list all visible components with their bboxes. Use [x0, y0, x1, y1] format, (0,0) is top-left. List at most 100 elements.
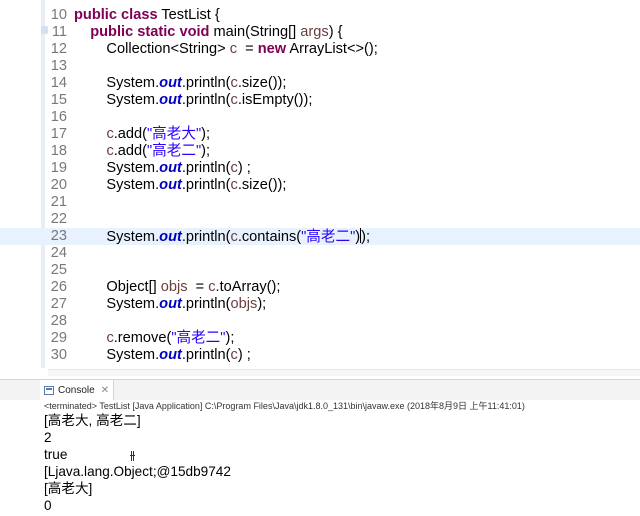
code-line[interactable]: 21 — [0, 194, 640, 211]
code-text: System.out.println(c) ; — [74, 347, 250, 364]
code-token: ) ; — [237, 160, 251, 176]
console-status: <terminated> TestList [Java Application]… — [44, 401, 525, 411]
text-cursor-icon — [130, 451, 135, 461]
code-token: System. — [74, 296, 160, 312]
code-token: out — [159, 160, 182, 176]
code-token: ArrayList<>(); — [286, 41, 378, 57]
code-token: .println( — [181, 229, 231, 245]
code-line[interactable]: 28 — [0, 313, 640, 330]
code-token: = — [187, 279, 209, 295]
code-token: System. — [74, 92, 160, 108]
code-line[interactable]: 26 Object[] objs = c.toArray(); — [0, 279, 640, 296]
line-number: 11 — [51, 24, 67, 40]
code-line[interactable]: 30 System.out.println(c) ; — [0, 347, 640, 364]
code-token: .println( — [181, 75, 231, 91]
console-output[interactable]: [高老大, 高老二] 2 true [Ljava.lang.Object;@15db9… — [44, 412, 231, 514]
line-number: 12 — [50, 41, 67, 57]
code-line[interactable]: 15 System.out.println(c.isEmpty()); — [0, 92, 640, 109]
code-token: c — [208, 279, 216, 295]
code-line[interactable]: 20 System.out.println(c.size()); — [0, 177, 640, 194]
code-line[interactable]: 27 System.out.println(objs); — [0, 296, 640, 313]
code-line[interactable]: 14 System.out.println(c.size()); — [0, 75, 640, 92]
code-line[interactable]: 23 System.out.println(c.contains("高老二"))… — [0, 228, 640, 245]
code-line[interactable]: 12 Collection<String> c = new ArrayList<… — [0, 41, 640, 58]
line-number: 29 — [50, 330, 67, 346]
code-token: c — [230, 229, 238, 245]
line-number: 21 — [50, 194, 67, 210]
code-line[interactable]: 13 — [0, 58, 640, 75]
code-token: "高老大" — [147, 126, 202, 142]
code-line[interactable]: 16 — [0, 109, 640, 126]
console-output-line: 0 — [44, 498, 52, 513]
code-token: .isEmpty()); — [237, 92, 313, 108]
code-line[interactable]: 19 System.out.println(c) ; — [0, 160, 640, 177]
code-line[interactable]: 17 c.add("高老大"); — [0, 126, 640, 143]
console-output-line: true — [44, 447, 68, 462]
console-tab-label: Console — [58, 384, 95, 396]
code-token: c — [229, 41, 238, 57]
code-token: ); — [225, 330, 235, 346]
code-token: .println( — [181, 92, 231, 108]
line-number: 18 — [50, 143, 67, 159]
code-token: "高老二" — [147, 143, 202, 159]
line-number: 20 — [50, 177, 67, 193]
code-token: c — [106, 143, 114, 159]
code-token: .println( — [181, 296, 231, 312]
close-icon[interactable]: ✕ — [101, 385, 109, 396]
code-token: out — [159, 92, 182, 108]
code-token: ) { — [328, 24, 343, 40]
code-token: out — [159, 75, 182, 91]
code-token: .contains( — [237, 229, 302, 245]
line-number: 25 — [50, 262, 67, 278]
line-number: 15 — [50, 92, 67, 108]
line-number: 10 — [50, 7, 67, 23]
code-text: System.out.println(c.contains("高老二")); — [74, 228, 370, 246]
console-output-line: [Ljava.lang.Object;@15db9742 — [44, 464, 231, 479]
console-tab-bar: Console ✕ — [0, 379, 640, 400]
code-token: "高老二" — [301, 229, 356, 245]
code-token: System. — [74, 75, 160, 91]
code-line[interactable]: 25 — [0, 262, 640, 279]
code-line[interactable]: 18 c.add("高老二"); — [0, 143, 640, 160]
code-text: c.add("高老二"); — [74, 143, 210, 160]
code-token: .println( — [181, 347, 231, 363]
line-number: 27 — [50, 296, 67, 312]
console-icon — [44, 385, 54, 395]
code-token: out — [159, 347, 182, 363]
code-token: .size()); — [237, 177, 287, 193]
code-line[interactable]: 29 c.remove("高老二"); — [0, 330, 640, 347]
code-text: Collection<String> c = new ArrayList<>()… — [74, 41, 378, 58]
code-token: main(String[] — [209, 24, 301, 40]
tab-console[interactable]: Console ✕ — [40, 380, 115, 400]
code-token: public — [90, 24, 134, 40]
code-token: ); — [201, 143, 211, 159]
code-token: out — [159, 229, 182, 245]
code-token: "高老二" — [171, 330, 226, 346]
line-number: 14 — [50, 75, 67, 91]
code-token: args — [300, 24, 329, 40]
console-view: Console ✕ <terminated> TestList [Java Ap… — [0, 376, 640, 516]
code-line[interactable]: 10 public class TestList { — [0, 7, 640, 24]
code-text: Object[] objs = c.toArray(); — [74, 279, 280, 296]
console-output-line: [高老大, 高老二] — [44, 413, 141, 428]
code-token: out — [159, 296, 182, 312]
console-output-line: 2 — [44, 430, 52, 445]
line-number: 24 — [50, 245, 67, 261]
code-token: System. — [74, 229, 160, 245]
code-line[interactable]: 22 — [0, 211, 640, 228]
code-line[interactable]: 11 public static void main(String[] args… — [0, 24, 640, 41]
horizontal-scrollbar[interactable] — [48, 369, 640, 376]
code-text: System.out.println(c.isEmpty()); — [74, 92, 312, 109]
code-text: c.remove("高老二"); — [74, 330, 234, 347]
code-text: System.out.println(objs); — [74, 296, 266, 313]
code-token: .size()); — [237, 75, 287, 91]
line-number: 23 — [50, 228, 67, 244]
code-editor[interactable]: 10 public class TestList {11 public stati… — [0, 0, 640, 376]
code-line[interactable]: 24 — [0, 245, 640, 262]
console-output-line: [高老大] — [44, 481, 93, 496]
line-number: 19 — [50, 160, 67, 176]
code-text: System.out.println(c.size()); — [74, 75, 286, 92]
